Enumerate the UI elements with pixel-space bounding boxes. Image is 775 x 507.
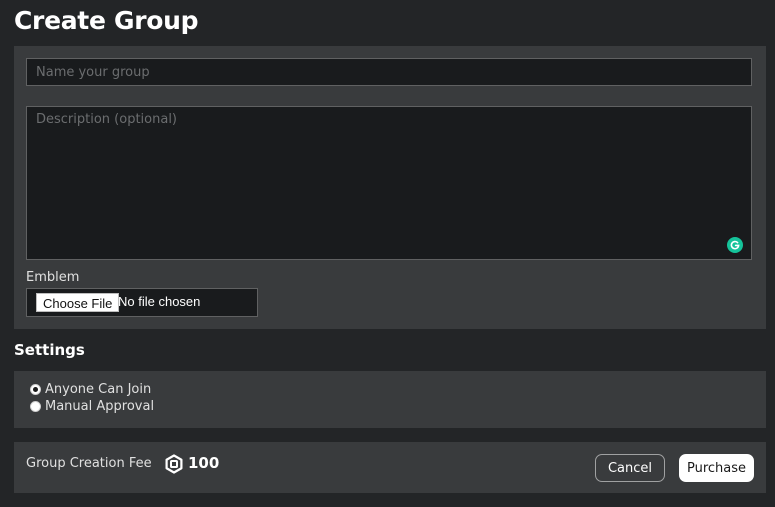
radio-label: Manual Approval: [45, 399, 155, 414]
radio-label: Anyone Can Join: [45, 382, 152, 397]
emblem-label: Emblem: [26, 270, 80, 285]
radio-manual-approval[interactable]: Manual Approval: [30, 399, 154, 414]
radio-button[interactable]: [30, 401, 41, 412]
robux-icon: [164, 454, 184, 474]
grammarly-icon[interactable]: [727, 237, 743, 253]
file-status: No file chosen: [118, 294, 201, 309]
page-title: Create Group: [14, 6, 199, 35]
fee-label: Group Creation Fee: [26, 456, 152, 471]
group-name-input[interactable]: [26, 58, 752, 86]
group-details-panel: Emblem Choose File No file chosen: [14, 46, 766, 329]
fee-amount: 100: [188, 454, 220, 472]
settings-heading: Settings: [14, 341, 85, 359]
settings-panel: Anyone Can Join Manual Approval: [14, 371, 766, 428]
emblem-file-picker[interactable]: Choose File No file chosen: [26, 288, 258, 317]
radio-anyone-can-join[interactable]: Anyone Can Join: [30, 382, 151, 397]
group-description-input[interactable]: [26, 106, 752, 260]
cancel-button[interactable]: Cancel: [595, 454, 665, 482]
choose-file-button[interactable]: Choose File: [36, 293, 120, 312]
purchase-button[interactable]: Purchase: [679, 454, 754, 482]
fee-panel: Group Creation Fee 100 Cancel Purchase: [14, 442, 766, 493]
radio-button-selected[interactable]: [30, 384, 41, 395]
